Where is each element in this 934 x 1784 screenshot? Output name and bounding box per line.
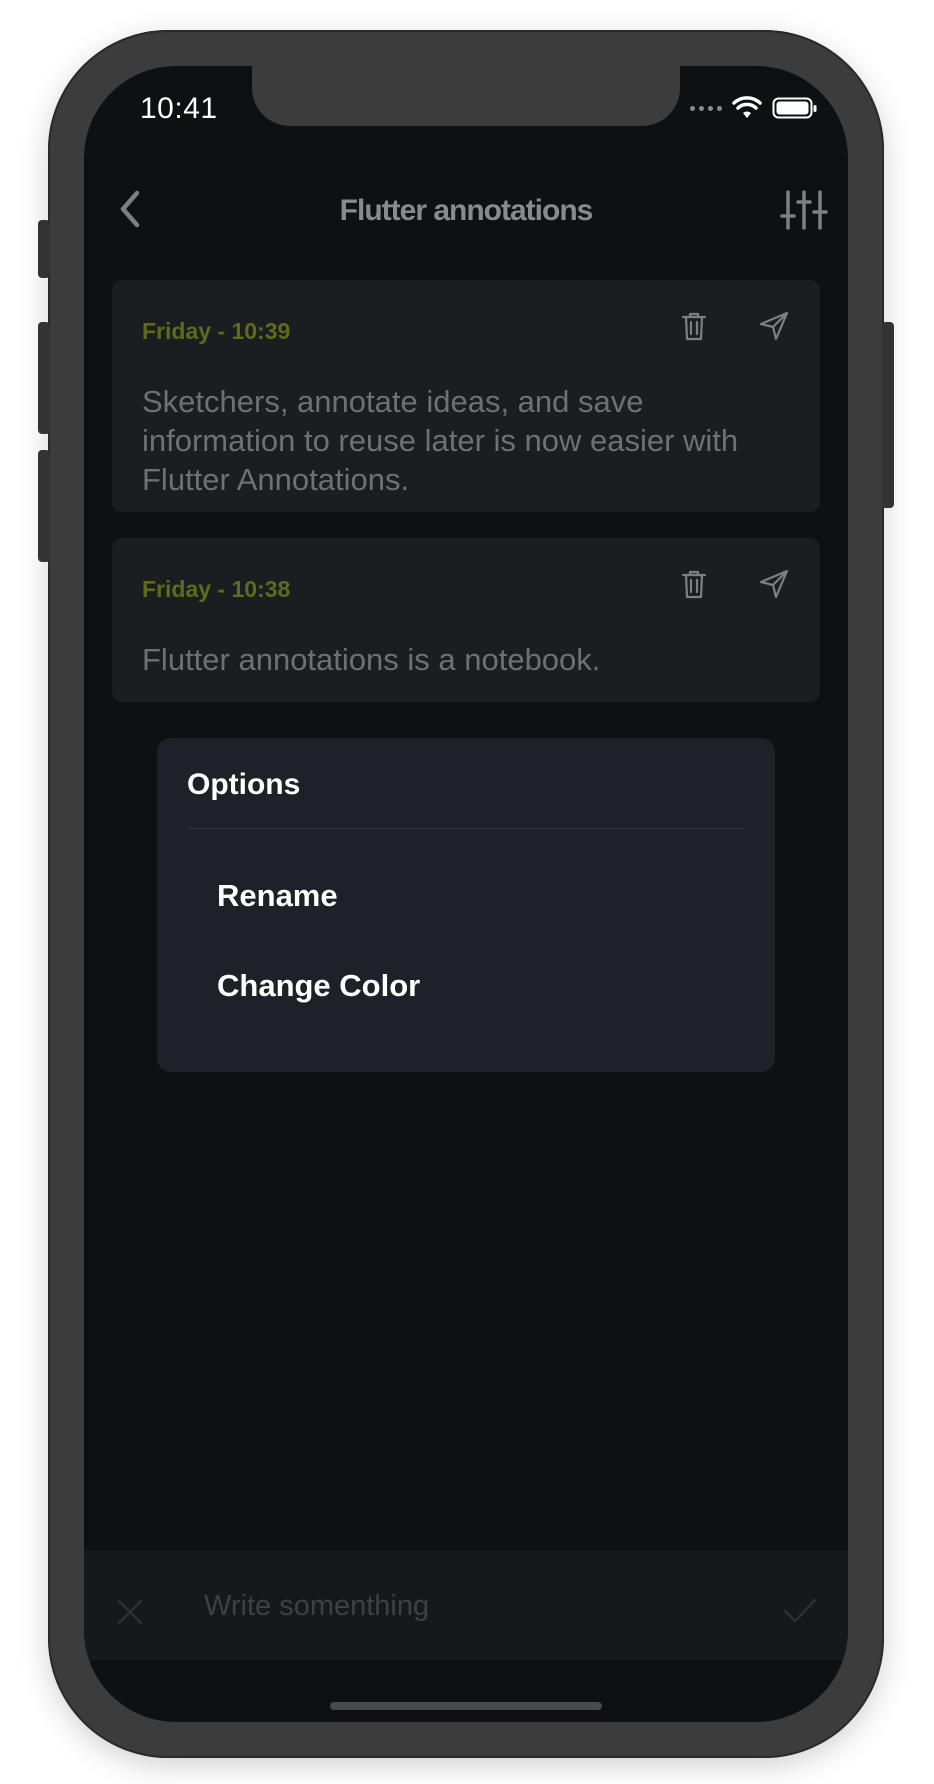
options-title: Options [187, 768, 301, 801]
rename-option[interactable]: Rename [217, 878, 338, 914]
home-indicator[interactable] [330, 1702, 602, 1710]
battery-icon [772, 97, 817, 119]
close-icon [117, 1599, 143, 1625]
note-text: Sketchers, annotate ideas, and save info… [142, 384, 739, 497]
status-icons [690, 96, 818, 120]
divider [187, 828, 745, 829]
share-note-button[interactable] [758, 568, 790, 600]
note-date: Friday - 10:39 [142, 318, 291, 344]
delete-note-button[interactable] [680, 310, 708, 342]
confirm-button[interactable] [782, 1596, 818, 1626]
change-color-option[interactable]: Change Color [217, 968, 420, 1004]
note-card[interactable]: Friday - 10:39 Sketchers, annotate ideas… [112, 280, 820, 512]
navigation-bar: Flutter annotations [84, 166, 848, 256]
note-text: Flutter annotations is a notebook. [142, 642, 601, 677]
status-time: 10:41 [140, 92, 218, 125]
note-date: Friday - 10:38 [142, 576, 291, 602]
cellular-signal-icon [690, 105, 722, 111]
note-card[interactable]: Friday - 10:38 Flutter annotations is a … [112, 538, 820, 702]
app-screen: 10:41 Flutter annotations Friday - 10:39… [84, 66, 848, 1722]
note-composer [84, 1550, 848, 1660]
send-icon [759, 311, 789, 341]
note-input[interactable] [202, 1580, 706, 1632]
volume-up-button [38, 322, 50, 434]
share-note-button[interactable] [758, 310, 790, 342]
filter-button[interactable] [780, 186, 828, 234]
check-icon [783, 1598, 817, 1623]
delete-note-button[interactable] [680, 568, 708, 600]
trash-icon [681, 570, 707, 599]
notch [252, 66, 680, 126]
options-menu: Options Rename Change Color [157, 738, 775, 1072]
trash-icon [681, 312, 707, 341]
volume-down-button [38, 450, 50, 562]
cancel-button[interactable] [116, 1598, 144, 1626]
sliders-icon [780, 190, 828, 230]
power-button [882, 322, 894, 508]
wifi-icon [732, 96, 762, 118]
send-icon [759, 569, 789, 599]
page-title: Flutter annotations [339, 194, 594, 227]
silent-switch [38, 220, 50, 278]
